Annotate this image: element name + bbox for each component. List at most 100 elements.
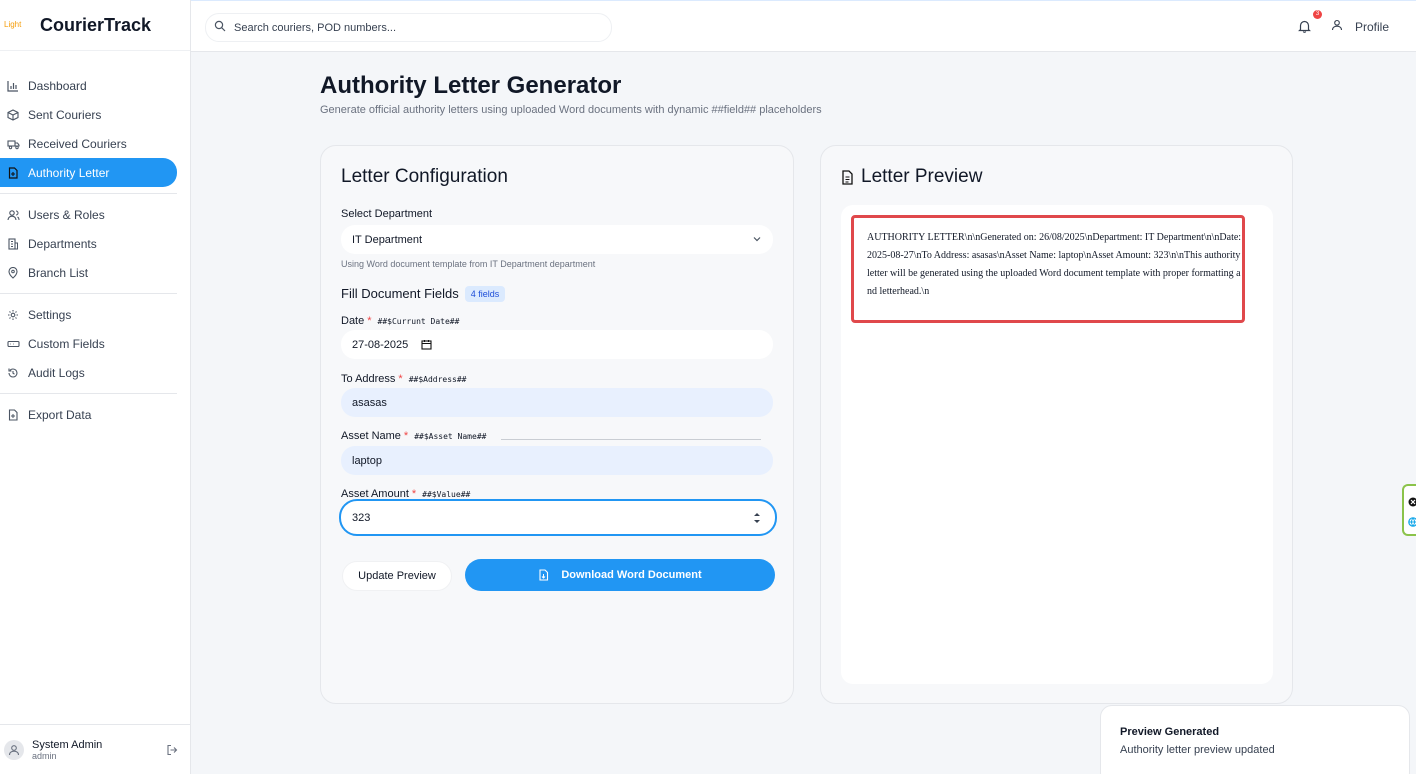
gear-icon: [6, 308, 20, 322]
sidebar-item-departments[interactable]: Departments: [0, 229, 177, 258]
sidebar-item-label: Export Data: [28, 407, 92, 422]
department-select[interactable]: IT Department: [341, 225, 773, 254]
brand[interactable]: Light CourierTrack: [0, 0, 190, 51]
sidebar-item-users-roles[interactable]: Users & Roles: [0, 200, 177, 229]
globe-icon[interactable]: [1408, 514, 1416, 532]
download-file-icon: [538, 569, 549, 581]
sidebar-item-label: Sent Couriers: [28, 107, 102, 122]
user-name: System Admin: [32, 738, 103, 751]
number-stepper-icon[interactable]: [753, 511, 761, 528]
department-value: IT Department: [352, 233, 423, 246]
to-address-value: asasas: [352, 396, 387, 409]
date-field[interactable]: 27-08-2025: [341, 330, 773, 359]
sidebar-item-settings[interactable]: Settings: [0, 300, 177, 329]
document-icon: [6, 166, 20, 180]
page-subtitle: Generate official authority letters usin…: [320, 104, 822, 116]
user-info: System Admin admin: [32, 739, 102, 761]
brand-name: CourierTrack: [40, 14, 152, 35]
sidebar-item-label: Audit Logs: [28, 365, 85, 380]
document-icon: [841, 169, 854, 185]
date-label: Date * ##$Currunt Date##: [341, 315, 459, 327]
field-label: To Address: [341, 373, 396, 385]
required-marker: *: [367, 315, 372, 327]
placeholder-tag: ##$Currunt Date##: [377, 317, 460, 326]
asset-name-field[interactable]: laptop: [341, 446, 773, 475]
placeholder-tag: ##$Address##: [408, 375, 467, 384]
search-icon: [214, 19, 226, 37]
preview-document: AUTHORITY LETTER\n\nGenerated on: 26/08/…: [841, 205, 1273, 684]
search-input[interactable]: [234, 21, 594, 34]
required-marker: *: [398, 373, 403, 385]
user-panel[interactable]: System Admin admin: [0, 724, 190, 774]
preview-title: Letter Preview: [841, 166, 982, 188]
building-icon: [6, 237, 20, 251]
preview-title-text: Letter Preview: [861, 166, 983, 187]
history-icon: [6, 366, 20, 380]
divider: [0, 393, 177, 394]
sidebar-item-dashboard[interactable]: Dashboard: [0, 71, 177, 100]
input-icon: [6, 337, 20, 351]
close-icon[interactable]: [1408, 494, 1416, 512]
profile-label: Profile: [1355, 19, 1390, 34]
template-hint: Using Word document template from IT Dep…: [341, 259, 596, 269]
fields-heading: Fill Document Fields 4 fields: [341, 286, 506, 302]
calendar-icon[interactable]: [421, 339, 432, 350]
letter-preview-card: Letter Preview AUTHORITY LETTER\n\nGener…: [820, 145, 1293, 704]
sidebar-item-label: Settings: [28, 307, 72, 322]
asset-amount-value: 323: [352, 511, 371, 524]
sidebar-item-label: Branch List: [28, 265, 89, 280]
date-value: 27-08-2025: [352, 338, 409, 351]
sidebar-item-sent-couriers[interactable]: Sent Couriers: [0, 100, 177, 129]
profile-menu[interactable]: Profile: [1331, 19, 1389, 34]
sidebar-item-custom-fields[interactable]: Custom Fields: [0, 329, 177, 358]
divider: [0, 293, 177, 294]
map-pin-icon: [6, 266, 20, 280]
department-label: Select Department: [341, 208, 433, 220]
sidebar-item-authority-letter[interactable]: Authority Letter: [0, 158, 177, 187]
floating-extension-widget[interactable]: [1402, 484, 1416, 536]
sidebar-nav: Dashboard Sent Couriers Received Courier…: [0, 51, 190, 429]
to-address-field[interactable]: asasas: [341, 388, 773, 417]
topbar: 3 Profile: [191, 0, 1416, 52]
toast-body: Authority letter preview updated: [1120, 744, 1275, 756]
search-box[interactable]: [205, 13, 612, 42]
to-address-label: To Address * ##$Address##: [341, 373, 467, 385]
required-marker: *: [403, 430, 409, 442]
download-button-label: Download Word Document: [561, 569, 702, 581]
sidebar-item-label: Authority Letter: [28, 165, 110, 180]
asset-name-value: laptop: [352, 454, 382, 467]
fields-count-badge: 4 fields: [464, 286, 506, 302]
download-word-button[interactable]: Download Word Document: [465, 559, 775, 591]
sidebar-item-label: Received Couriers: [28, 136, 127, 151]
page-title: Authority Letter Generator: [320, 72, 622, 99]
bell-icon[interactable]: [1298, 19, 1311, 38]
logout-icon[interactable]: [166, 743, 178, 761]
letter-configuration-card: Letter Configuration Select Department I…: [320, 145, 794, 704]
sidebar-item-export-data[interactable]: Export Data: [0, 400, 177, 429]
placeholder-tag: ##$Value##: [422, 490, 471, 499]
sidebar-item-received-couriers[interactable]: Received Couriers: [0, 129, 177, 158]
asset-amount-field[interactable]: 323: [339, 499, 777, 536]
user-role: admin: [32, 750, 57, 761]
users-icon: [6, 208, 20, 222]
placeholder-tag: ##$Asset Name##: [414, 432, 487, 441]
chevron-down-icon: [752, 234, 762, 247]
brand-logo: Light: [4, 20, 22, 29]
asset-name-label: Asset Name * ##$Asset Name##: [341, 430, 486, 442]
sidebar-item-label: Users & Roles: [28, 207, 105, 222]
sidebar-item-audit-logs[interactable]: Audit Logs: [0, 358, 177, 387]
toast-title: Preview Generated: [1120, 726, 1220, 738]
sidebar-item-branch-list[interactable]: Branch List: [0, 258, 177, 287]
user-icon: [1331, 19, 1343, 34]
avatar: [4, 739, 24, 760]
fields-heading-text: Fill Document Fields: [341, 286, 459, 301]
preview-text: AUTHORITY LETTER\n\nGenerated on: 26/08/…: [851, 215, 1245, 323]
sidebar-item-label: Dashboard: [28, 78, 87, 93]
update-preview-button[interactable]: Update Preview: [342, 561, 452, 591]
notification-badge: 3: [1313, 10, 1322, 19]
sidebar-item-label: Departments: [28, 236, 97, 251]
toast-notification[interactable]: Preview Generated Authority letter previ…: [1100, 705, 1410, 774]
sidebar-item-label: Custom Fields: [28, 336, 105, 351]
divider: [501, 439, 761, 440]
sidebar: Light CourierTrack Dashboard Sent Courie…: [0, 0, 191, 774]
